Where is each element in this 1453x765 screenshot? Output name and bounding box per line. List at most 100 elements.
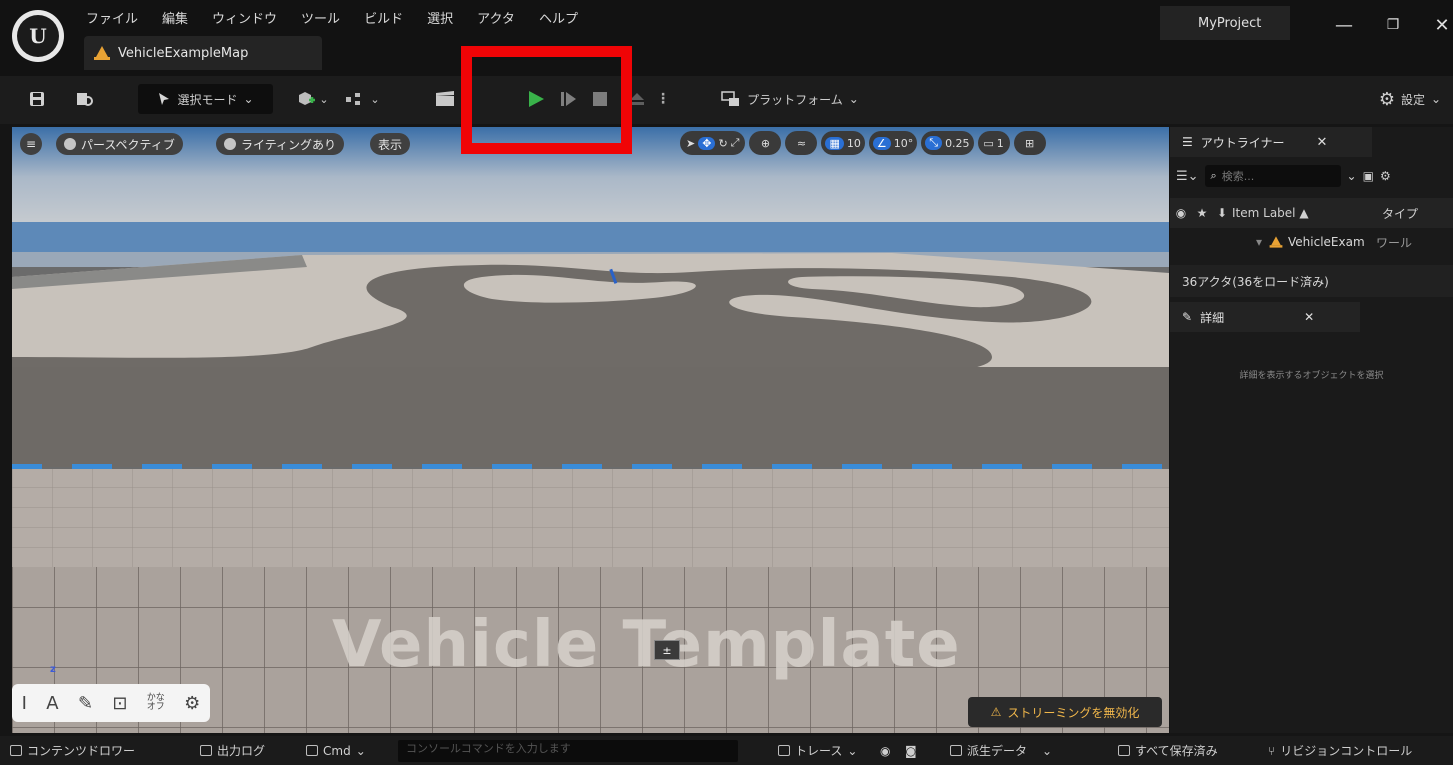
close-button[interactable]: ✕ [1424, 10, 1453, 40]
grid-snap-value: 10 [846, 136, 861, 150]
content-drawer-label: コンテンツドロワー [27, 744, 136, 758]
settings-dropdown[interactable]: ⚙ 設定 ⌄ [1370, 84, 1450, 114]
layout-icon[interactable]: ⊞ [1013, 131, 1046, 155]
console-command-input[interactable]: コンソールコマンドを入力します [398, 740, 738, 762]
platforms-dropdown[interactable]: プラットフォーム ⌄ [710, 84, 870, 114]
vehicle-template-text: Vehicle Template [332, 608, 961, 682]
rotate-icon[interactable]: ↻ [718, 137, 727, 150]
search-placeholder: 検索... [1221, 170, 1255, 183]
outliner-icon: ☰ [1182, 135, 1193, 149]
camera-speed-value: 1 [996, 136, 1004, 150]
translate-icon[interactable]: ✥ [698, 136, 716, 150]
outliner-search-row: ☰⌄ ⌕ 検索... ⌄ ▣ ⚙ [1176, 162, 1453, 190]
level-icon [94, 46, 110, 60]
type-column-header[interactable]: タイプ [1382, 205, 1418, 222]
warning-icon: ⚠ [990, 705, 1002, 719]
camera-speed-button[interactable]: ▭ 1 [977, 131, 1010, 155]
eye-icon[interactable]: ◉ [1170, 206, 1192, 220]
content-drawer-icon [10, 745, 22, 756]
outliner-tab[interactable]: ☰ アウトライナー ✕ [1170, 127, 1372, 157]
dictionary-icon[interactable]: ✎ [78, 693, 93, 714]
filter-icon[interactable]: ☰⌄ [1176, 169, 1199, 184]
menu-select[interactable]: 選択 [425, 6, 463, 30]
select-mode-label: 選択モード [177, 92, 238, 107]
save-all-button[interactable]: すべて保存済み [1118, 736, 1218, 765]
menu-bar: ファイル 編集 ウィンドウ ツール ビルド 選択 アクタ ヘルプ [84, 6, 600, 30]
pin-icon[interactable]: ⬇ [1212, 206, 1232, 220]
save-all-label: すべて保存済み [1135, 744, 1218, 758]
trace-dropdown[interactable]: トレース ⌄ [778, 736, 857, 765]
chevron-down-icon: ⌄ [1042, 743, 1053, 758]
star-icon[interactable]: ★ [1192, 206, 1212, 220]
scale-icon[interactable]: ⤢ [731, 136, 740, 150]
menu-build[interactable]: ビルド [362, 6, 413, 30]
axis-indicator: z [50, 664, 56, 675]
revision-control-label: リビジョンコントロール [1280, 744, 1413, 758]
output-log-label: 出力ログ [217, 744, 266, 758]
angle-snap-value: 10° [893, 136, 914, 150]
perspective-button[interactable]: パースペクティブ [56, 133, 183, 155]
kana-off-toggle[interactable]: かな オフ [147, 694, 165, 712]
angle-snap-button[interactable]: ∠ 10° [868, 131, 918, 155]
gear-icon[interactable]: ⚙ [184, 693, 200, 714]
disable-streaming-warning[interactable]: ⚠ ストリーミングを無効化 [968, 697, 1162, 727]
add-folder-icon[interactable]: ▣ [1363, 169, 1374, 183]
surface-snap-icon[interactable]: ≈ [785, 131, 818, 155]
text-cursor-icon[interactable]: I [22, 693, 27, 714]
minimize-button[interactable]: — [1326, 10, 1362, 40]
select-cursor-icon[interactable]: ➤ [686, 137, 695, 150]
add-actor-icon[interactable]: ⌄ [295, 84, 331, 114]
menu-help[interactable]: ヘルプ [537, 6, 588, 30]
search-icon: ⌕ [1210, 169, 1217, 182]
menu-actor[interactable]: アクタ [475, 6, 525, 30]
menu-file[interactable]: ファイル [84, 6, 148, 30]
select-mode-dropdown[interactable]: 選択モード ⌄ [138, 84, 273, 114]
menu-window[interactable]: ウィンドウ [210, 6, 287, 30]
details-tab[interactable]: ✎ 詳細 ✕ [1170, 302, 1360, 332]
hamburger-icon: ≡ [25, 137, 37, 151]
revision-control-button[interactable]: ⑂ リビジョンコントロール [1268, 736, 1412, 765]
gear-icon[interactable]: ⚙ [1380, 169, 1391, 183]
unreal-logo-icon[interactable]: U [12, 10, 64, 62]
derived-data-icon [950, 745, 962, 756]
save-all-icon [1118, 745, 1130, 756]
save-icon[interactable] [24, 84, 50, 114]
chevron-down-icon: ⌄ [355, 743, 366, 758]
content-drawer-button[interactable]: コンテンツドロワー [10, 736, 135, 765]
output-log-button[interactable]: 出力ログ [200, 736, 265, 765]
platform-icon [721, 91, 740, 106]
expand-arrow-icon[interactable]: ▾ [1170, 235, 1268, 249]
more-options-icon[interactable]: ⋮ [656, 84, 670, 114]
item-label-column[interactable]: Item Label ▲ [1232, 206, 1382, 220]
maximize-button[interactable]: ❐ [1375, 10, 1411, 40]
screenshot-icon[interactable]: ◙ [905, 736, 917, 765]
close-icon[interactable]: ✕ [1304, 310, 1314, 324]
menu-edit[interactable]: 編集 [160, 6, 198, 30]
cmd-dropdown[interactable]: Cmd ⌄ [306, 736, 366, 765]
lighting-button[interactable]: ライティングあり [216, 133, 345, 155]
show-button[interactable]: 表示 [370, 133, 411, 155]
blueprint-icon[interactable]: ⌄ [343, 84, 383, 114]
pivot-gizmo-icon[interactable]: ± [654, 640, 680, 660]
record-icon[interactable]: ◉ [880, 736, 890, 765]
font-icon[interactable]: A [46, 693, 58, 714]
world-local-icon[interactable]: ⊕ [749, 131, 782, 155]
scale-snap-button[interactable]: ⤡ 0.25 [921, 131, 974, 155]
outliner-search-input[interactable]: ⌕ 検索... [1204, 165, 1341, 187]
outliner-row[interactable]: ▾ VehicleExam ワール [1170, 230, 1453, 254]
content-browser-icon[interactable] [70, 84, 100, 114]
level-tab[interactable]: VehicleExampleMap [84, 36, 322, 70]
chevron-down-icon: ⌄ [847, 743, 858, 758]
cube-icon [64, 138, 76, 150]
grid-snap-button[interactable]: ▦ 10 [821, 131, 865, 155]
chevron-down-icon[interactable]: ⌄ [1347, 169, 1357, 183]
viewport-menu-button[interactable]: ≡ [20, 133, 42, 155]
menu-tools[interactable]: ツール [299, 6, 350, 30]
streaming-warning-label: ストリーミングを無効化 [1007, 705, 1140, 720]
platforms-label: プラットフォーム [747, 92, 843, 107]
console-icon [306, 745, 318, 756]
derived-data-dropdown[interactable]: 派生データ ⌄ [950, 736, 1052, 765]
close-icon[interactable]: ✕ [1317, 135, 1328, 150]
cinematics-icon[interactable] [430, 84, 460, 114]
add-word-icon[interactable]: ⊡ [112, 693, 127, 714]
